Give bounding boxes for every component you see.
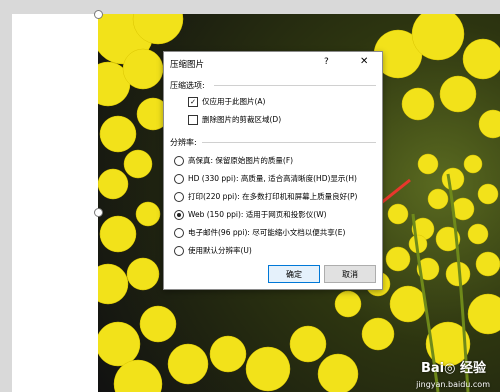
resolution-option-label: HD (330 ppi): 高质量, 适合高清晰度(HD)显示(H) bbox=[188, 174, 357, 183]
resolution-option-hifi[interactable]: 高保真: 保留原始图片的质量(F) bbox=[174, 155, 293, 166]
resolution-option-label: 使用默认分辨率(U) bbox=[188, 246, 252, 255]
resolution-option-email[interactable]: 电子邮件(96 ppi): 尽可能缩小文档以便共享(E) bbox=[174, 227, 345, 238]
checkbox-unchecked-icon[interactable] bbox=[188, 114, 198, 125]
compress-pictures-dialog: 压缩图片 ? ✕ 压缩选项: ✓ 仅应用于此图片(A) 删除图片的剪裁区域(D)… bbox=[163, 51, 383, 290]
resolution-option-label: 电子邮件(96 ppi): 尽可能缩小文档以便共享(E) bbox=[188, 228, 346, 237]
radio-icon[interactable] bbox=[174, 191, 184, 202]
close-button[interactable]: ✕ bbox=[360, 56, 368, 67]
delete-cropped-label: 删除图片的剪裁区域(D) bbox=[202, 115, 282, 124]
radio-icon[interactable] bbox=[174, 227, 184, 238]
apply-only-checkbox[interactable]: ✓ 仅应用于此图片(A) bbox=[188, 96, 265, 107]
help-button[interactable]: ? bbox=[324, 57, 329, 67]
checkbox-checked-icon[interactable]: ✓ bbox=[188, 96, 198, 107]
cancel-button[interactable]: 取消 bbox=[324, 265, 376, 283]
resolution-option-label: 高保真: 保留原始图片的质量(F) bbox=[188, 156, 294, 165]
resolution-option-web[interactable]: Web (150 ppi): 适用于网页和投影仪(W) bbox=[174, 209, 327, 220]
apply-only-label: 仅应用于此图片(A) bbox=[202, 97, 266, 106]
radio-icon[interactable] bbox=[174, 173, 184, 184]
resolution-label: 分辨率: bbox=[170, 138, 197, 147]
resolution-option-label: 打印(220 ppi): 在多数打印机和屏幕上质量良好(P) bbox=[188, 192, 358, 201]
radio-icon[interactable] bbox=[174, 155, 184, 166]
resolution-option-hd[interactable]: HD (330 ppi): 高质量, 适合高清晰度(HD)显示(H) bbox=[174, 173, 357, 184]
resolution-option-print[interactable]: 打印(220 ppi): 在多数打印机和屏幕上质量良好(P) bbox=[174, 191, 357, 202]
baidu-watermark: Bai◎ 经验 bbox=[420, 361, 486, 376]
resolution-option-default[interactable]: 使用默认分辨率(U) bbox=[174, 245, 252, 256]
divider bbox=[202, 142, 376, 143]
ok-button[interactable]: 确定 bbox=[268, 265, 320, 283]
watermark-url: jingyan.baidu.com bbox=[416, 380, 490, 389]
divider bbox=[214, 85, 376, 86]
radio-icon[interactable] bbox=[174, 245, 184, 256]
resolution-option-label: Web (150 ppi): 适用于网页和投影仪(W) bbox=[188, 210, 327, 219]
dialog-title: 压缩图片 bbox=[170, 60, 205, 70]
delete-cropped-checkbox[interactable]: 删除图片的剪裁区域(D) bbox=[188, 114, 281, 125]
compress-options-label: 压缩选项: bbox=[170, 81, 205, 90]
radio-selected-icon[interactable] bbox=[174, 209, 184, 220]
